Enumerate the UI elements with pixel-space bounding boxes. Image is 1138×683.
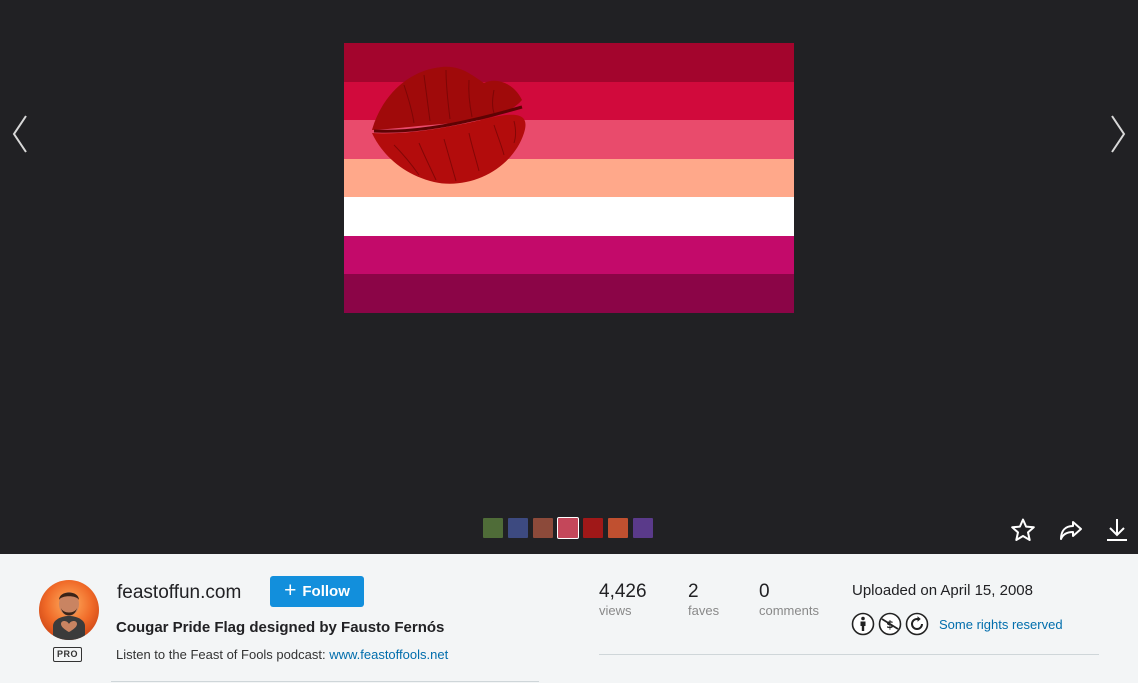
description-link[interactable]: www.feastoffools.net — [329, 647, 448, 662]
pro-badge: PRO — [53, 647, 82, 662]
next-photo-button[interactable] — [1106, 112, 1130, 156]
flag-stripe — [344, 235, 794, 275]
star-icon — [1011, 518, 1035, 541]
cc-sa-icon — [905, 612, 929, 636]
photo-info-panel: PRO feastoffun.com + Follow Cougar Pride… — [0, 554, 1138, 683]
photostream-thumbnail[interactable] — [633, 518, 653, 538]
license-info: $ Some rights reserved — [851, 612, 1063, 636]
share-arrow-icon — [1060, 521, 1082, 540]
follow-label: Follow — [302, 583, 350, 600]
views-count: 4,426 — [599, 581, 647, 602]
upload-date: Uploaded on April 15, 2008 — [852, 582, 1033, 599]
photostream-thumbnail[interactable] — [508, 518, 528, 538]
comments-label: comments — [759, 603, 819, 618]
faves-stat[interactable]: 2 faves — [688, 581, 719, 618]
fave-button[interactable] — [1010, 517, 1036, 543]
license-link[interactable]: Some rights reserved — [939, 617, 1063, 632]
photo-image[interactable] — [344, 43, 794, 313]
avatar-image — [39, 580, 99, 640]
photostream-thumbnail[interactable] — [583, 518, 603, 538]
photostream-thumbnail[interactable] — [483, 518, 503, 538]
owner-avatar[interactable] — [39, 580, 99, 640]
cc-by-icon — [851, 612, 875, 636]
photostream-thumbnail[interactable] — [608, 518, 628, 538]
comments-stat: 0 comments — [759, 581, 819, 618]
views-stat: 4,426 views — [599, 581, 647, 618]
chevron-left-icon — [12, 115, 27, 153]
previous-photo-button[interactable] — [8, 112, 32, 156]
download-icon — [1107, 519, 1127, 541]
chevron-right-icon — [1111, 115, 1126, 153]
views-label: views — [599, 603, 632, 618]
stats-divider — [599, 654, 1099, 655]
photostream-thumbnails — [483, 517, 653, 539]
faves-label: faves — [688, 603, 720, 618]
flag-stripe — [344, 197, 794, 236]
share-button[interactable] — [1058, 517, 1084, 543]
follow-button[interactable]: + Follow — [270, 576, 364, 607]
comments-count: 0 — [759, 581, 770, 602]
description-divider — [111, 681, 539, 682]
lips-print-graphic — [372, 66, 526, 184]
description-text: Listen to the Feast of Fools podcast: — [116, 647, 330, 662]
faves-count: 2 — [688, 581, 699, 602]
photostream-thumbnail[interactable] — [557, 517, 579, 539]
photo-viewer — [0, 0, 1138, 554]
photo-description: Listen to the Feast of Fools podcast: ww… — [116, 647, 448, 662]
plus-icon: + — [284, 579, 297, 602]
flag-stripe — [344, 274, 794, 313]
cc-nc-icon: $ — [878, 612, 902, 636]
download-button[interactable] — [1104, 517, 1130, 543]
photo-title: Cougar Pride Flag designed by Fausto Fer… — [116, 619, 445, 636]
photostream-thumbnail[interactable] — [533, 518, 553, 538]
owner-name-link[interactable]: feastoffun.com — [117, 582, 241, 604]
